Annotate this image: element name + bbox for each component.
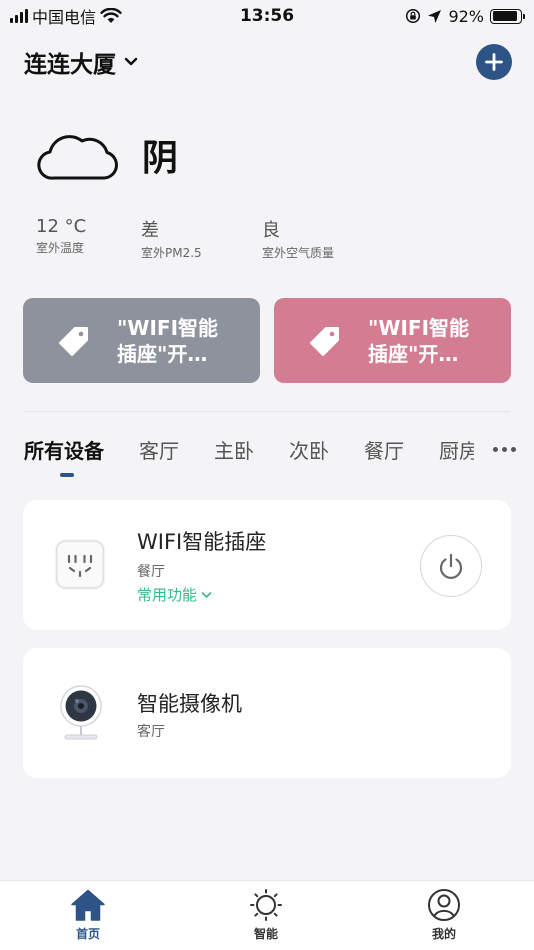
common-functions-label: 常用功能 [137, 586, 198, 604]
carrier-label: 中国电信 [32, 8, 97, 27]
tabbar-item-home[interactable]: 首页 [48, 889, 128, 942]
chevron-down-icon [124, 57, 138, 66]
metric-label: 室外温度 [36, 241, 85, 255]
battery-level [492, 11, 518, 21]
metric-temperature: 12 °C 室外温度 [36, 216, 141, 261]
metric-label: 室外PM2.5 [141, 246, 202, 260]
sun-icon [250, 889, 282, 921]
chevron-down-icon [201, 591, 212, 598]
tabbar-item-smart[interactable]: 智能 [226, 889, 306, 942]
device-name: 智能摄像机 [137, 692, 242, 716]
environment-metrics: 12 °C 室外温度 差 室外PM2.5 良 室外空气质量 [36, 216, 334, 261]
scene-label: "WIFI智能插座"开… [368, 315, 470, 366]
status-bar: 中国电信 13:56 92% [0, 0, 534, 32]
status-right: 92% [405, 6, 525, 26]
device-card-camera[interactable]: 智能摄像机 客厅 [23, 648, 511, 778]
divider [24, 411, 510, 412]
status-left: 中国电信 [10, 4, 122, 28]
home-name: 连连大厦 [24, 52, 116, 78]
bottom-tab-bar: 首页 智能 我的 [0, 880, 534, 950]
camera-icon [60, 685, 102, 740]
tab-all-devices[interactable]: 所有设备 [24, 435, 104, 464]
battery-icon [490, 8, 525, 24]
metric-value: 12 °C [36, 216, 87, 237]
power-icon [439, 553, 463, 579]
plus-icon [485, 53, 503, 71]
add-button[interactable] [476, 44, 512, 80]
tab-active-indicator [60, 473, 74, 477]
tabbar-label: 智能 [253, 927, 278, 941]
location-arrow-icon [428, 9, 442, 23]
rotation-lock-icon [406, 8, 421, 24]
home-selector[interactable]: 连连大厦 [24, 45, 138, 79]
tabbar-label: 首页 [75, 927, 100, 941]
tab-living-room[interactable]: 客厅 [139, 435, 179, 464]
scene-card[interactable]: "WIFI智能插座"开… [23, 298, 260, 383]
weather-condition: 阴 [142, 138, 179, 179]
socket-icon [55, 539, 105, 590]
tab-dining-room[interactable]: 餐厅 [364, 435, 404, 464]
scene-card[interactable]: "WIFI智能插座"开… [274, 298, 511, 383]
tab-kitchen[interactable]: 厨房 [439, 435, 479, 464]
metric-pm25: 差 室外PM2.5 [141, 216, 262, 261]
metric-value: 良 [262, 220, 280, 241]
battery-percent: 92% [448, 6, 484, 26]
home-icon [71, 889, 105, 921]
user-icon [428, 889, 460, 921]
tag-icon [59, 326, 88, 356]
tabbar-item-me[interactable]: 我的 [404, 889, 484, 942]
tabbar-label: 我的 [431, 927, 456, 941]
header: 连连大厦 [24, 44, 512, 80]
tag-icon [310, 326, 339, 356]
cloud-icon [37, 135, 118, 180]
common-functions-toggle[interactable]: 常用功能 [137, 584, 212, 605]
device-name: WIFI智能插座 [137, 530, 267, 554]
device-room: 客厅 [137, 724, 165, 740]
metric-value: 差 [141, 220, 159, 241]
device-room: 餐厅 [137, 564, 165, 580]
wifi-icon [100, 8, 122, 23]
metric-label: 室外空气质量 [262, 246, 335, 260]
room-tabs: 所有设备 客厅 主卧 次卧 餐厅 厨房 [24, 434, 518, 464]
device-card-socket[interactable]: WIFI智能插座 餐厅 常用功能 [23, 500, 511, 630]
more-icon[interactable] [474, 438, 516, 460]
tab-master-bedroom[interactable]: 主卧 [214, 435, 254, 464]
power-button[interactable] [420, 535, 482, 597]
weather-panel: 阴 [36, 128, 178, 182]
metric-air-quality: 良 室外空气质量 [262, 216, 334, 261]
signal-icon [10, 9, 28, 23]
tab-second-bedroom[interactable]: 次卧 [289, 435, 329, 464]
scene-label: "WIFI智能插座"开… [117, 315, 219, 366]
